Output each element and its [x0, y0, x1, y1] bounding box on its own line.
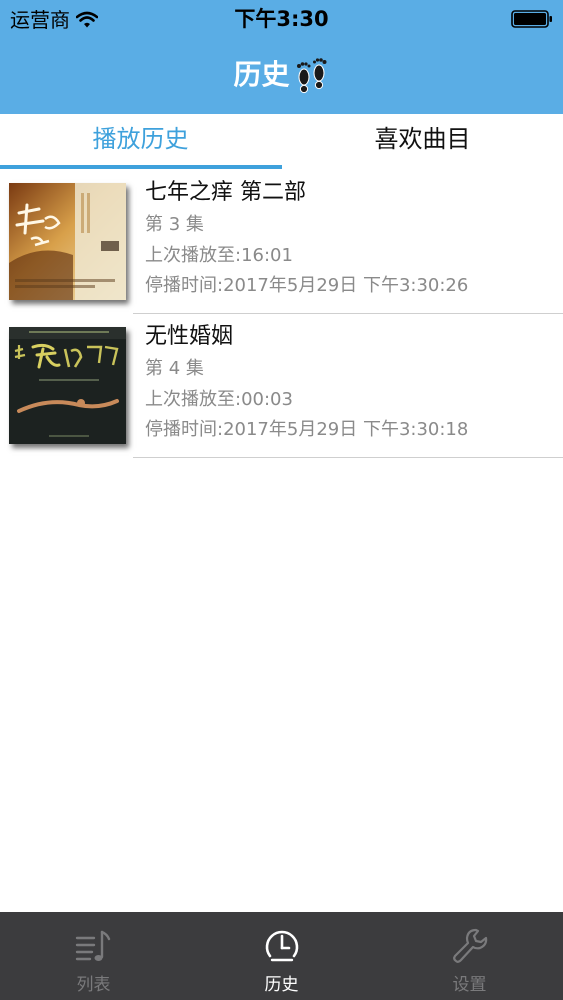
header: 运营商 下午3:30 历史	[0, 0, 563, 114]
navigation-bar: 历史	[0, 52, 563, 98]
item-title: 七年之痒 第二部	[145, 180, 306, 205]
tab-play-history[interactable]: 播放历史	[0, 114, 281, 170]
row-divider	[133, 457, 563, 458]
history-item[interactable]: 无性婚姻 第 4 集 上次播放至:00:03 停播时间:2017年5月29日 下…	[0, 314, 563, 458]
item-episode: 第 3 集	[145, 214, 204, 235]
tabbar-item-list[interactable]: 列表	[0, 912, 187, 1000]
history-item[interactable]: 七年之痒 第二部 第 3 集 上次播放至:16:01 停播时间:2017年5月2…	[0, 170, 563, 314]
battery-icon	[511, 10, 552, 28]
bottom-tab-bar: 列表 历史 设置	[0, 912, 563, 1000]
item-title: 无性婚姻	[145, 324, 234, 349]
segment-tabs: 播放历史 喜欢曲目	[0, 114, 563, 170]
tabbar-label: 设置	[452, 975, 487, 995]
clock-icon	[265, 930, 299, 962]
item-episode: 第 4 集	[145, 358, 204, 379]
book-cover-qinianzhiyang	[9, 183, 126, 300]
status-time: 下午3:30	[234, 7, 329, 31]
history-list: 七年之痒 第二部 第 3 集 上次播放至:16:01 停播时间:2017年5月2…	[0, 170, 563, 458]
tabbar-item-history[interactable]: 历史	[188, 912, 375, 1000]
page-title: 历史	[233, 58, 290, 91]
tab-favorite-tracks[interactable]: 喜欢曲目	[282, 114, 563, 170]
wrench-icon	[453, 928, 488, 963]
music-list-icon	[75, 930, 111, 961]
screen: 运营商 下午3:30 历史 播放历史 喜欢曲目 七年之痒 第二部 第 3 集 上…	[0, 0, 563, 1000]
book-cover-wuxinghunyin	[9, 327, 126, 444]
tabbar-label: 列表	[76, 975, 111, 995]
tab-selection-indicator	[0, 165, 282, 169]
item-last-position: 上次播放至:00:03	[145, 389, 293, 410]
tabbar-item-settings[interactable]: 设置	[376, 912, 563, 1000]
item-stopped-time: 停播时间:2017年5月29日 下午3:30:18	[145, 419, 469, 440]
item-stopped-time: 停播时间:2017年5月29日 下午3:30:26	[145, 275, 469, 296]
book-cover-image	[9, 327, 126, 444]
footprints-icon	[296, 58, 326, 94]
status-bar: 运营商 下午3:30	[0, 0, 563, 40]
book-cover-image	[9, 183, 126, 300]
item-last-position: 上次播放至:16:01	[145, 245, 293, 266]
tabbar-label: 历史	[264, 975, 299, 995]
